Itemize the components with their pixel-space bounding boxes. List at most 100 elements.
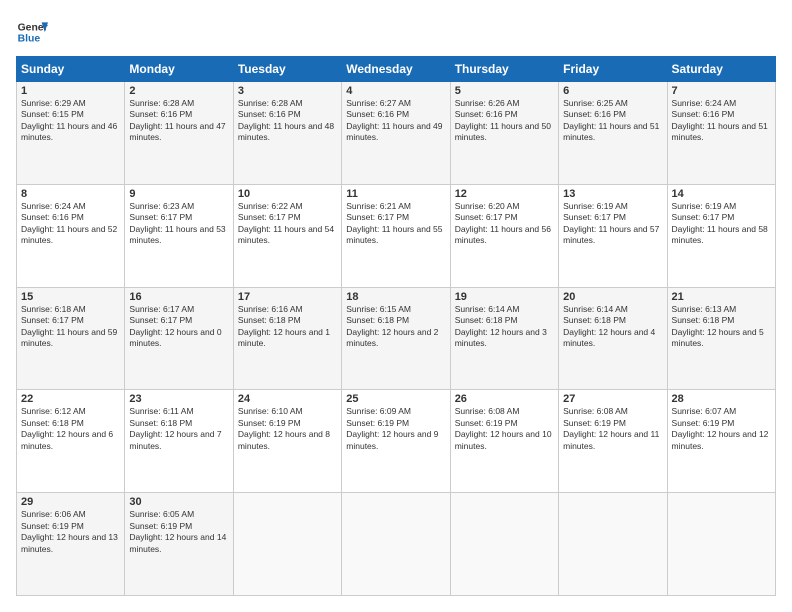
day-number: 5 [455, 85, 554, 97]
weekday-monday: Monday [125, 57, 233, 82]
day-cell: 3 Sunrise: 6:28 AM Sunset: 6:16 PM Dayli… [233, 82, 341, 185]
day-cell: 29 Sunrise: 6:06 AM Sunset: 6:19 PM Dayl… [17, 493, 125, 596]
day-number: 7 [672, 85, 771, 97]
day-info: Sunrise: 6:13 AM Sunset: 6:18 PM Dayligh… [672, 304, 771, 350]
day-info: Sunrise: 6:08 AM Sunset: 6:19 PM Dayligh… [455, 406, 554, 452]
day-info: Sunrise: 6:18 AM Sunset: 6:17 PM Dayligh… [21, 304, 120, 350]
day-number: 22 [21, 393, 120, 405]
day-info: Sunrise: 6:27 AM Sunset: 6:16 PM Dayligh… [346, 98, 445, 144]
day-number: 25 [346, 393, 445, 405]
day-number: 18 [346, 291, 445, 303]
day-info: Sunrise: 6:14 AM Sunset: 6:18 PM Dayligh… [563, 304, 662, 350]
day-info: Sunrise: 6:24 AM Sunset: 6:16 PM Dayligh… [672, 98, 771, 144]
day-number: 14 [672, 188, 771, 200]
day-cell: 20 Sunrise: 6:14 AM Sunset: 6:18 PM Dayl… [559, 287, 667, 390]
day-number: 6 [563, 85, 662, 97]
day-info: Sunrise: 6:24 AM Sunset: 6:16 PM Dayligh… [21, 201, 120, 247]
day-info: Sunrise: 6:09 AM Sunset: 6:19 PM Dayligh… [346, 406, 445, 452]
day-number: 16 [129, 291, 228, 303]
day-info: Sunrise: 6:10 AM Sunset: 6:19 PM Dayligh… [238, 406, 337, 452]
day-cell: 12 Sunrise: 6:20 AM Sunset: 6:17 PM Dayl… [450, 184, 558, 287]
day-number: 23 [129, 393, 228, 405]
day-info: Sunrise: 6:14 AM Sunset: 6:18 PM Dayligh… [455, 304, 554, 350]
day-number: 2 [129, 85, 228, 97]
day-number: 9 [129, 188, 228, 200]
day-cell: 15 Sunrise: 6:18 AM Sunset: 6:17 PM Dayl… [17, 287, 125, 390]
day-cell: 23 Sunrise: 6:11 AM Sunset: 6:18 PM Dayl… [125, 390, 233, 493]
day-number: 8 [21, 188, 120, 200]
week-row-3: 15 Sunrise: 6:18 AM Sunset: 6:17 PM Dayl… [17, 287, 776, 390]
weekday-sunday: Sunday [17, 57, 125, 82]
day-cell: 24 Sunrise: 6:10 AM Sunset: 6:19 PM Dayl… [233, 390, 341, 493]
logo: General Blue [16, 16, 48, 48]
day-cell: 30 Sunrise: 6:05 AM Sunset: 6:19 PM Dayl… [125, 493, 233, 596]
logo-icon: General Blue [16, 16, 48, 48]
day-cell: 2 Sunrise: 6:28 AM Sunset: 6:16 PM Dayli… [125, 82, 233, 185]
day-info: Sunrise: 6:08 AM Sunset: 6:19 PM Dayligh… [563, 406, 662, 452]
day-cell: 16 Sunrise: 6:17 AM Sunset: 6:17 PM Dayl… [125, 287, 233, 390]
day-cell [559, 493, 667, 596]
day-info: Sunrise: 6:07 AM Sunset: 6:19 PM Dayligh… [672, 406, 771, 452]
calendar-table: SundayMondayTuesdayWednesdayThursdayFrid… [16, 56, 776, 596]
day-info: Sunrise: 6:15 AM Sunset: 6:18 PM Dayligh… [346, 304, 445, 350]
day-info: Sunrise: 6:19 AM Sunset: 6:17 PM Dayligh… [672, 201, 771, 247]
day-number: 10 [238, 188, 337, 200]
day-info: Sunrise: 6:28 AM Sunset: 6:16 PM Dayligh… [129, 98, 228, 144]
day-info: Sunrise: 6:22 AM Sunset: 6:17 PM Dayligh… [238, 201, 337, 247]
day-cell: 9 Sunrise: 6:23 AM Sunset: 6:17 PM Dayli… [125, 184, 233, 287]
day-number: 20 [563, 291, 662, 303]
weekday-friday: Friday [559, 57, 667, 82]
day-info: Sunrise: 6:17 AM Sunset: 6:17 PM Dayligh… [129, 304, 228, 350]
day-cell: 27 Sunrise: 6:08 AM Sunset: 6:19 PM Dayl… [559, 390, 667, 493]
day-cell: 10 Sunrise: 6:22 AM Sunset: 6:17 PM Dayl… [233, 184, 341, 287]
day-number: 3 [238, 85, 337, 97]
day-cell: 22 Sunrise: 6:12 AM Sunset: 6:18 PM Dayl… [17, 390, 125, 493]
day-info: Sunrise: 6:28 AM Sunset: 6:16 PM Dayligh… [238, 98, 337, 144]
day-cell: 8 Sunrise: 6:24 AM Sunset: 6:16 PM Dayli… [17, 184, 125, 287]
week-row-5: 29 Sunrise: 6:06 AM Sunset: 6:19 PM Dayl… [17, 493, 776, 596]
day-number: 28 [672, 393, 771, 405]
day-cell: 14 Sunrise: 6:19 AM Sunset: 6:17 PM Dayl… [667, 184, 775, 287]
day-cell: 19 Sunrise: 6:14 AM Sunset: 6:18 PM Dayl… [450, 287, 558, 390]
day-cell: 13 Sunrise: 6:19 AM Sunset: 6:17 PM Dayl… [559, 184, 667, 287]
day-number: 13 [563, 188, 662, 200]
day-number: 17 [238, 291, 337, 303]
header: General Blue [16, 16, 776, 48]
day-cell: 21 Sunrise: 6:13 AM Sunset: 6:18 PM Dayl… [667, 287, 775, 390]
day-number: 19 [455, 291, 554, 303]
day-cell: 18 Sunrise: 6:15 AM Sunset: 6:18 PM Dayl… [342, 287, 450, 390]
day-info: Sunrise: 6:16 AM Sunset: 6:18 PM Dayligh… [238, 304, 337, 350]
day-info: Sunrise: 6:29 AM Sunset: 6:15 PM Dayligh… [21, 98, 120, 144]
week-row-2: 8 Sunrise: 6:24 AM Sunset: 6:16 PM Dayli… [17, 184, 776, 287]
weekday-wednesday: Wednesday [342, 57, 450, 82]
day-info: Sunrise: 6:05 AM Sunset: 6:19 PM Dayligh… [129, 509, 228, 555]
day-info: Sunrise: 6:20 AM Sunset: 6:17 PM Dayligh… [455, 201, 554, 247]
day-number: 12 [455, 188, 554, 200]
day-cell [450, 493, 558, 596]
day-number: 27 [563, 393, 662, 405]
day-info: Sunrise: 6:19 AM Sunset: 6:17 PM Dayligh… [563, 201, 662, 247]
day-info: Sunrise: 6:23 AM Sunset: 6:17 PM Dayligh… [129, 201, 228, 247]
day-number: 11 [346, 188, 445, 200]
day-number: 4 [346, 85, 445, 97]
day-cell [667, 493, 775, 596]
day-info: Sunrise: 6:25 AM Sunset: 6:16 PM Dayligh… [563, 98, 662, 144]
calendar-body: 1 Sunrise: 6:29 AM Sunset: 6:15 PM Dayli… [17, 82, 776, 596]
day-cell: 26 Sunrise: 6:08 AM Sunset: 6:19 PM Dayl… [450, 390, 558, 493]
day-cell: 11 Sunrise: 6:21 AM Sunset: 6:17 PM Dayl… [342, 184, 450, 287]
weekday-thursday: Thursday [450, 57, 558, 82]
day-number: 1 [21, 85, 120, 97]
day-info: Sunrise: 6:12 AM Sunset: 6:18 PM Dayligh… [21, 406, 120, 452]
weekday-header: SundayMondayTuesdayWednesdayThursdayFrid… [17, 57, 776, 82]
day-cell: 25 Sunrise: 6:09 AM Sunset: 6:19 PM Dayl… [342, 390, 450, 493]
day-number: 24 [238, 393, 337, 405]
day-cell: 28 Sunrise: 6:07 AM Sunset: 6:19 PM Dayl… [667, 390, 775, 493]
day-number: 21 [672, 291, 771, 303]
day-number: 29 [21, 496, 120, 508]
day-number: 26 [455, 393, 554, 405]
day-cell: 1 Sunrise: 6:29 AM Sunset: 6:15 PM Dayli… [17, 82, 125, 185]
svg-text:Blue: Blue [18, 34, 41, 45]
day-number: 15 [21, 291, 120, 303]
page: General Blue SundayMondayTuesdayWednesda… [0, 0, 792, 612]
day-info: Sunrise: 6:21 AM Sunset: 6:17 PM Dayligh… [346, 201, 445, 247]
